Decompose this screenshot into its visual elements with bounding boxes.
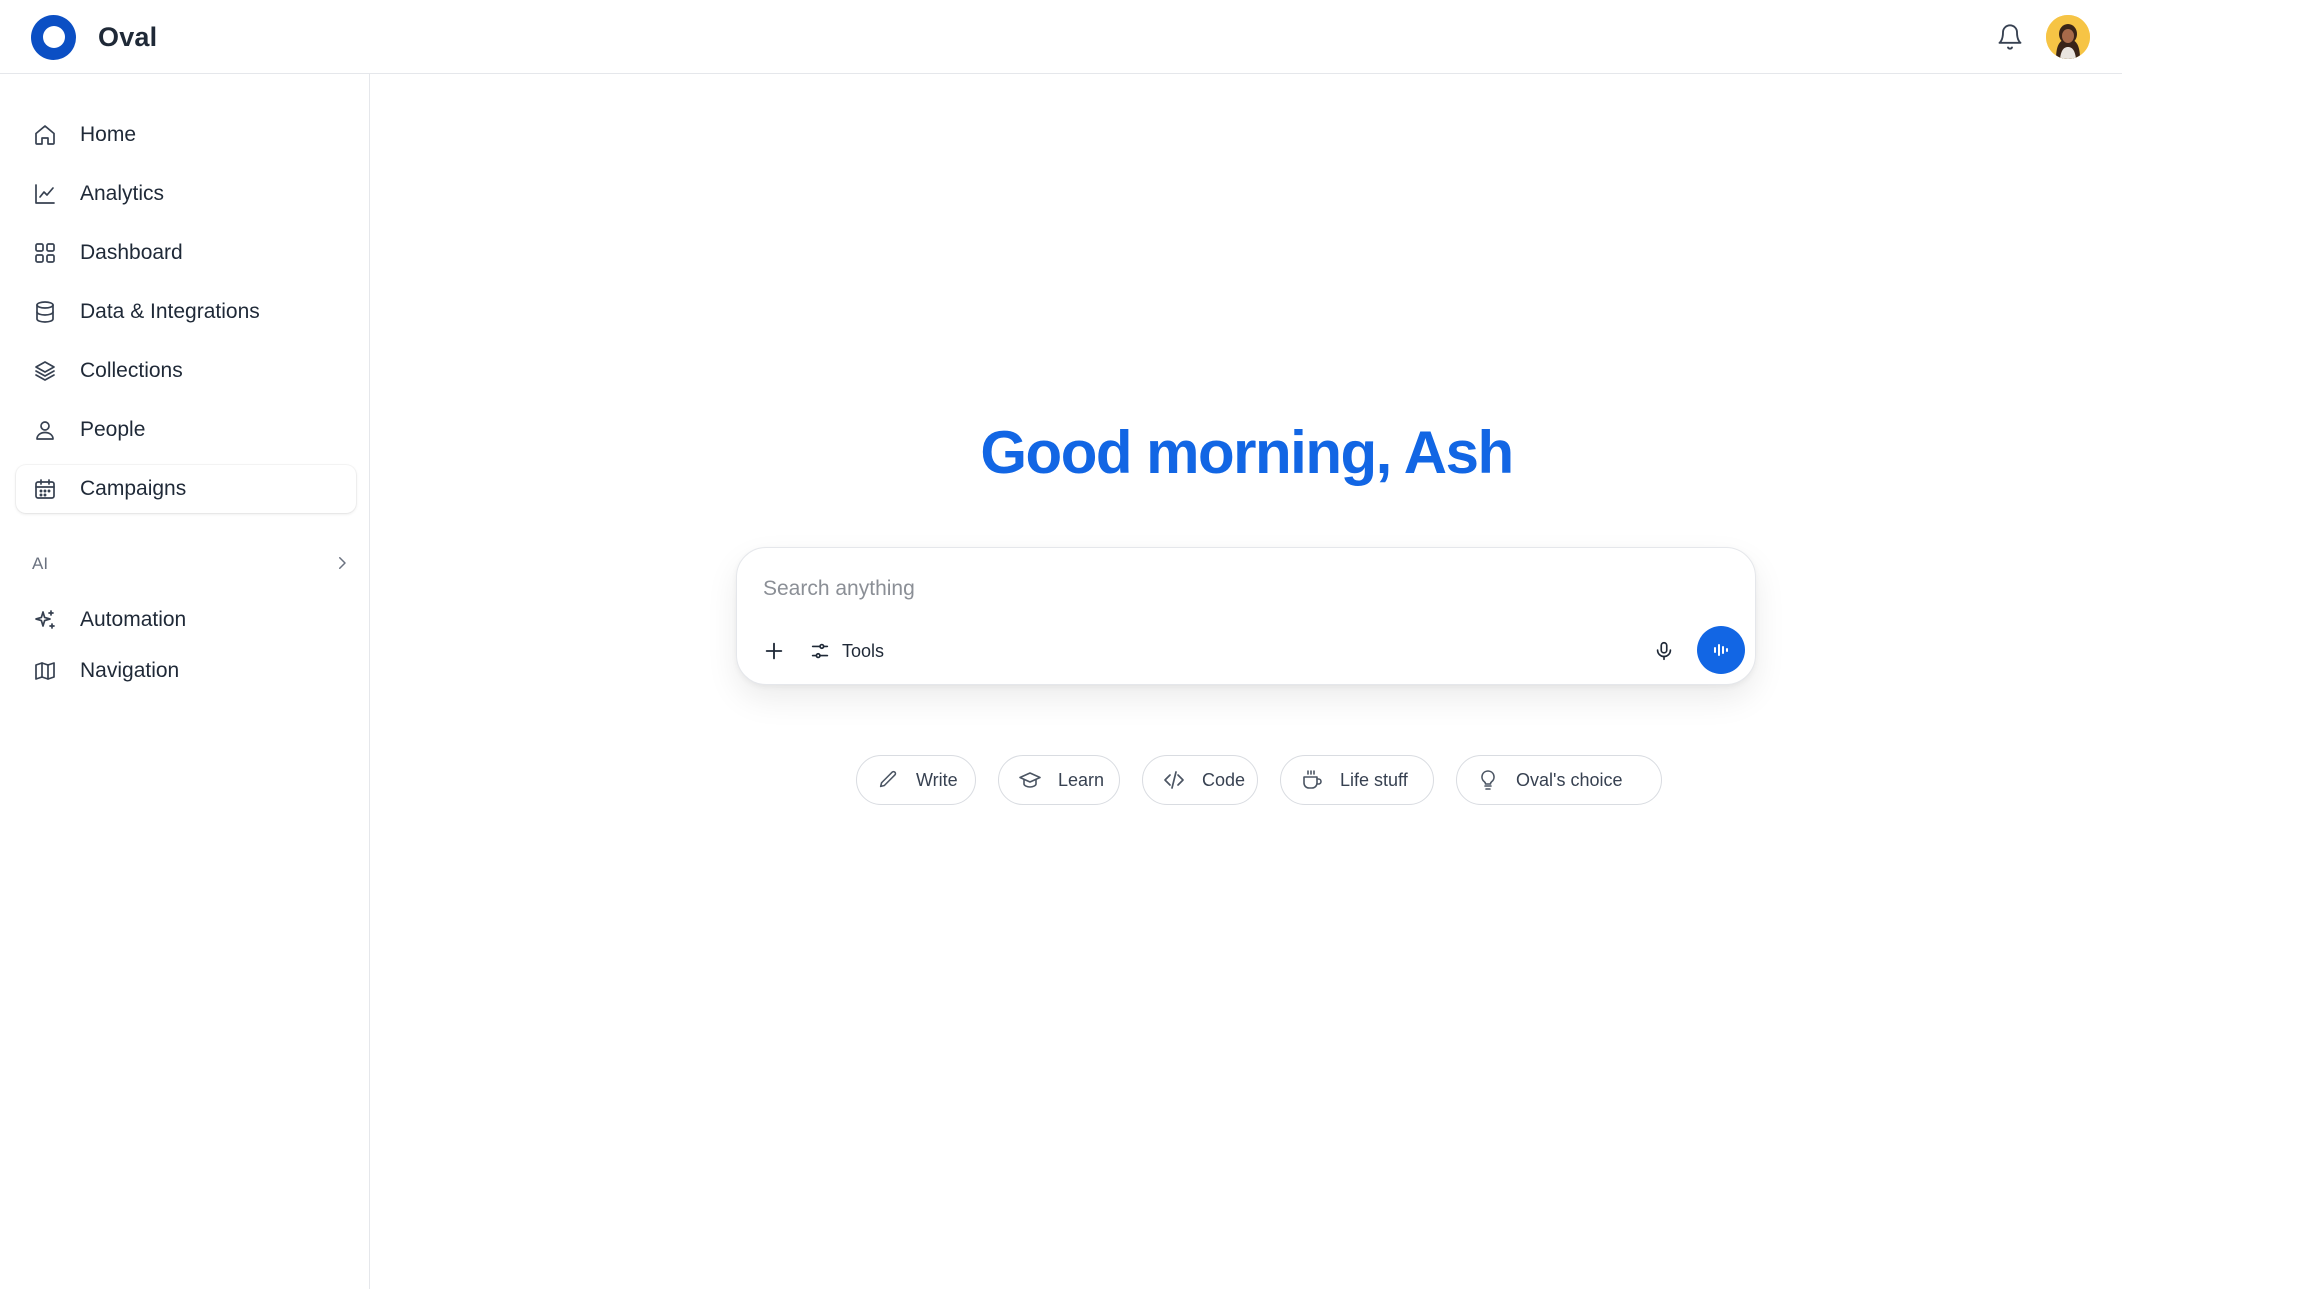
sidebar-item-label: Navigation (80, 659, 180, 682)
sidebar-item-navigation[interactable]: Navigation (16, 647, 356, 695)
tools-label: Tools (842, 640, 885, 661)
voice-mode-button[interactable] (1697, 626, 1745, 674)
search-box: Tools (736, 547, 1756, 685)
sidebar-item-analytics[interactable]: Analytics (16, 170, 356, 218)
sidebar-item-campaigns[interactable]: Campaigns (16, 465, 356, 513)
sparkles-icon (32, 607, 58, 633)
oval-logo-icon (31, 14, 76, 60)
notifications-button[interactable] (1992, 19, 2028, 55)
brand[interactable]: Oval (31, 14, 157, 60)
home-icon (32, 122, 58, 148)
pencil-icon (875, 767, 901, 793)
graduation-cap-icon (1017, 767, 1043, 793)
suggestion-chip-life-stuff[interactable]: Life stuff (1280, 755, 1434, 805)
chip-label: Code (1202, 769, 1246, 790)
section-expand-button[interactable] (330, 551, 354, 575)
bell-icon (1998, 24, 2022, 50)
plus-icon (765, 642, 783, 660)
sidebar-item-data-integrations[interactable]: Data & Integrations (16, 288, 356, 336)
calendar-icon (32, 476, 58, 502)
chip-label: Oval's choice (1516, 769, 1623, 790)
sidebar-item-label: Analytics (80, 182, 165, 205)
sidebar-item-label: Campaigns (80, 477, 187, 500)
brand-name: Oval (98, 21, 158, 52)
avatar-portrait-icon (2046, 15, 2090, 59)
suggestion-chip-ovals-choice[interactable]: Oval's choice (1456, 755, 1662, 805)
user-icon (32, 417, 58, 443)
chip-label: Write (916, 769, 958, 790)
sidebar: Home Analytics Dashboard Data & Integrat… (0, 74, 370, 1289)
chip-label: Learn (1058, 769, 1105, 790)
sidebar-item-collections[interactable]: Collections (16, 347, 356, 395)
coffee-cup-icon (1299, 767, 1325, 793)
sidebar-section-label: AI (32, 554, 49, 573)
suggestion-chip-code[interactable]: Code (1142, 755, 1258, 805)
sidebar-item-label: Collections (80, 359, 183, 382)
suggestion-chip-learn[interactable]: Learn (998, 755, 1120, 805)
audio-waveform-icon (1714, 644, 1728, 656)
database-icon (32, 299, 58, 325)
layers-icon (32, 358, 58, 384)
app-window: Oval Home Analytics Dashboard Data & Int… (0, 0, 2122, 1289)
microphone-icon (1656, 641, 1672, 661)
chevron-right-icon (339, 557, 346, 569)
code-icon (1161, 767, 1187, 793)
chart-line-icon (32, 181, 58, 207)
sliders-icon (811, 643, 829, 659)
sidebar-item-label: Home (80, 123, 137, 146)
sidebar-item-label: People (80, 418, 146, 441)
sidebar-item-automation[interactable]: Automation (16, 596, 356, 644)
sidebar-item-label: Data & Integrations (80, 300, 260, 323)
sidebar-item-people[interactable]: People (16, 406, 356, 454)
map-icon (32, 658, 58, 684)
sidebar-item-label: Automation (80, 608, 187, 631)
sidebar-item-label: Dashboard (80, 241, 183, 264)
sidebar-item-dashboard[interactable]: Dashboard (16, 229, 356, 277)
suggestion-chip-write[interactable]: Write (856, 755, 976, 805)
grid-icon (32, 240, 58, 266)
add-attachment-button[interactable] (759, 636, 789, 666)
lightbulb-icon (1475, 767, 1501, 793)
microphone-button[interactable] (1649, 636, 1679, 666)
chip-label: Life stuff (1340, 769, 1408, 790)
search-input[interactable] (763, 570, 1643, 608)
user-avatar[interactable] (2046, 15, 2090, 59)
greeting-heading: Good morning, Ash (980, 419, 1514, 486)
sidebar-item-home[interactable]: Home (16, 111, 356, 159)
tools-button[interactable]: Tools (809, 635, 884, 667)
top-header: Oval (0, 0, 2122, 74)
